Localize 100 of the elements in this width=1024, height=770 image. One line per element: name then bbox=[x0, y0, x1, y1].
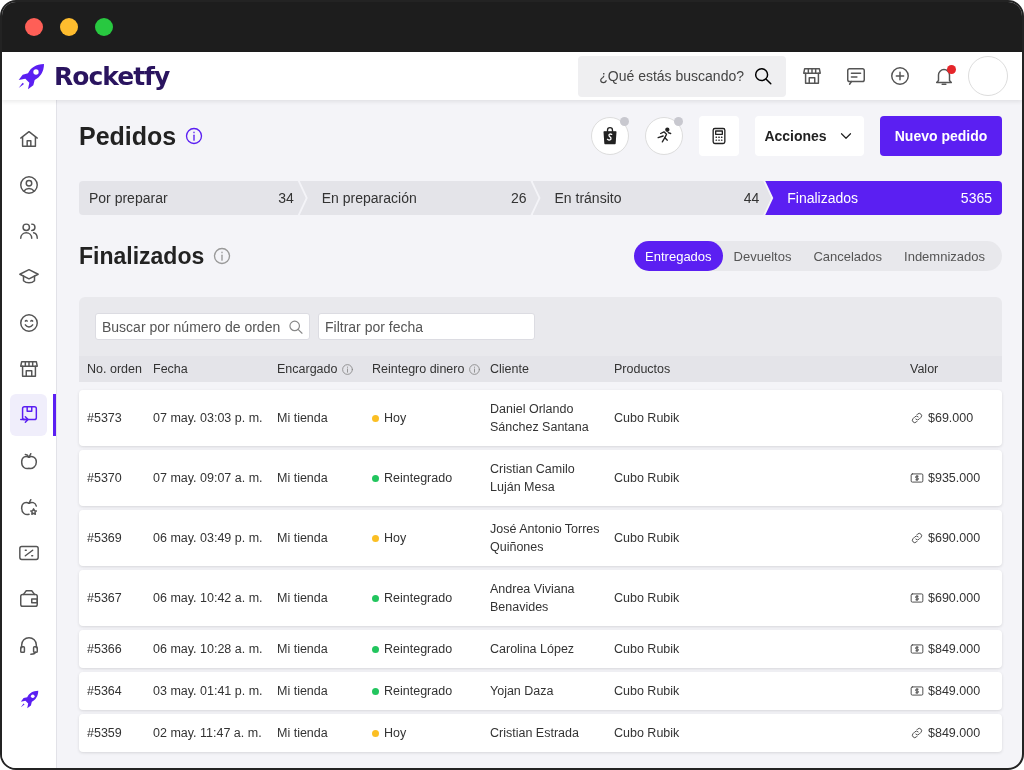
order-search-box[interactable]: Buscar por número de orden bbox=[95, 313, 310, 340]
table-cell-text: Mi tienda bbox=[277, 530, 329, 547]
table-cell-text: Mi tienda bbox=[277, 410, 329, 427]
order-row[interactable]: #5366 06 may. 10:28 a. m. Mi tienda Reintegrado Carolina López Cubo Rubik $849.000 bbox=[79, 630, 1002, 668]
order-row[interactable]: #5359 02 may. 11:47 a. m. Mi tienda Hoy Cristian Estrada Cubo Rubik $849.000 bbox=[79, 714, 1002, 752]
table-cell-text: Cubo Rubik bbox=[614, 590, 681, 607]
table-cell-text: Cristian Camilo Luján Mesa bbox=[490, 461, 576, 496]
table-cell-text: #5364 bbox=[87, 683, 123, 700]
refund-status: Reintegrado bbox=[384, 470, 453, 487]
order-row[interactable]: #5367 06 may. 10:42 a. m. Mi tienda Reintegrado Andrea Viviana Benavides Cubo Rubik $690.000 bbox=[79, 570, 1002, 626]
table-cell-text: #5370 bbox=[87, 470, 123, 487]
new-order-button[interactable]: Nuevo pedido bbox=[880, 116, 1002, 156]
order-row[interactable]: #5364 03 may. 01:41 p. m. Mi tienda Reintegrado Yojan Daza Cubo Rubik $849.000 bbox=[79, 672, 1002, 710]
filter-tab[interactable]: Cancelados bbox=[802, 241, 894, 271]
storefront-icon bbox=[17, 358, 40, 380]
step-label: Por preparar bbox=[89, 190, 168, 206]
table-cell-text: Andrea Viviana Benavides bbox=[490, 581, 576, 616]
table-cell-text: 06 may. 10:42 a. m. bbox=[153, 590, 264, 607]
order-search-field[interactable]: Buscar por número de orden bbox=[100, 317, 288, 336]
courier-button[interactable] bbox=[645, 117, 683, 155]
order-row[interactable]: #5370 07 may. 09:07 a. m. Mi tienda Reintegrado Cristian Camilo Luján Mesa Cubo Rubik $935.000 bbox=[79, 450, 1002, 506]
step-label: En tránsito bbox=[554, 190, 622, 206]
table-cell-text: #5367 bbox=[87, 590, 123, 607]
table-cell-text: Cubo Rubik bbox=[614, 725, 681, 742]
table-cell-text: #5366 bbox=[87, 641, 123, 658]
orders-nav-item[interactable] bbox=[10, 394, 48, 436]
refund-status: Reintegrado bbox=[384, 641, 453, 658]
order-row[interactable]: #5373 07 may. 03:03 p. m. Mi tienda Hoy Daniel Orlando Sánchez Santana Cubo Rubik $69.000 bbox=[79, 390, 1002, 446]
table-cell-text: Cubo Rubik bbox=[614, 683, 681, 700]
rocket-icon bbox=[19, 688, 41, 710]
order-value: $935.000 bbox=[928, 470, 981, 487]
page-title: Pedidos bbox=[79, 121, 177, 151]
calculator-button[interactable] bbox=[699, 116, 739, 156]
date-filter-field[interactable]: Filtrar por fecha bbox=[323, 317, 530, 336]
order-value: $69.000 bbox=[928, 410, 974, 427]
step-count: 5365 bbox=[960, 190, 992, 206]
search-icon bbox=[752, 65, 774, 87]
storefront-icon bbox=[801, 65, 823, 87]
filter-tab[interactable]: Entregados bbox=[634, 241, 723, 271]
info-icon bbox=[212, 246, 233, 266]
message-icon bbox=[845, 65, 867, 87]
shopify-button[interactable] bbox=[591, 117, 629, 155]
users-icon bbox=[17, 220, 40, 242]
filter-tab[interactable]: Indemnizados bbox=[893, 241, 996, 271]
package-transfer-icon bbox=[17, 404, 40, 426]
table-cell-text: 06 may. 10:28 a. m. bbox=[153, 641, 264, 658]
order-value: $690.000 bbox=[928, 530, 981, 547]
smiley-icon bbox=[17, 312, 40, 334]
column-header: Cliente bbox=[490, 362, 529, 376]
search-box[interactable]: ¿Qué estás buscando? bbox=[578, 55, 786, 97]
status-step[interactable]: Por preparar 34 bbox=[79, 181, 306, 215]
status-step[interactable]: Finalizados 5365 bbox=[765, 181, 1002, 215]
maximize-window-button[interactable] bbox=[95, 18, 113, 36]
home-icon bbox=[17, 128, 40, 150]
step-count: 44 bbox=[743, 190, 760, 206]
column-header: Reintegro dinero bbox=[372, 362, 465, 376]
order-value: $849.000 bbox=[928, 683, 981, 700]
actions-dropdown[interactable]: Acciones bbox=[755, 116, 864, 156]
section-title: Finalizados bbox=[79, 242, 205, 270]
table-cell-text: Cubo Rubik bbox=[614, 470, 681, 487]
plus-circle-icon bbox=[889, 65, 911, 87]
table-cell-text: Mi tienda bbox=[277, 641, 329, 658]
table-cell-text: 07 may. 03:03 p. m. bbox=[153, 410, 264, 427]
column-header: Productos bbox=[614, 362, 671, 376]
order-value: $849.000 bbox=[928, 725, 981, 742]
refund-status: Hoy bbox=[384, 410, 407, 427]
filter-tab[interactable]: Devueltos bbox=[722, 241, 803, 271]
order-value: $849.000 bbox=[928, 641, 981, 658]
status-step[interactable]: En preparación 26 bbox=[299, 181, 539, 215]
date-filter-box[interactable]: Filtrar por fecha bbox=[318, 313, 535, 340]
minimize-window-button[interactable] bbox=[60, 18, 78, 36]
close-window-button[interactable] bbox=[25, 18, 43, 36]
table-cell-text: Cristian Estrada bbox=[490, 725, 580, 742]
table-cell-text: #5369 bbox=[87, 530, 123, 547]
table-cell-text: 07 may. 09:07 a. m. bbox=[153, 470, 264, 487]
column-header: No. orden bbox=[87, 362, 142, 376]
table-cell-text: Mi tienda bbox=[277, 725, 329, 742]
order-value: $690.000 bbox=[928, 590, 981, 607]
table-cell-text: 02 may. 11:47 a. m. bbox=[153, 725, 263, 742]
search-field[interactable]: ¿Qué estás buscando? bbox=[586, 68, 744, 84]
table-cell-text: #5359 bbox=[87, 725, 123, 742]
step-count: 26 bbox=[510, 190, 527, 206]
status-step[interactable]: En tránsito 44 bbox=[532, 181, 772, 215]
headset-icon bbox=[17, 634, 40, 656]
table-cell-text: Mi tienda bbox=[277, 683, 329, 700]
table-cell-text: Daniel Orlando Sánchez Santana bbox=[490, 401, 590, 436]
table-cell-text: 03 may. 01:41 p. m. bbox=[153, 683, 264, 700]
refund-status: Hoy bbox=[384, 530, 407, 547]
table-cell-text: Cubo Rubik bbox=[614, 530, 681, 547]
table-cell-text: Yojan Daza bbox=[490, 683, 555, 700]
user-circle-icon bbox=[17, 174, 40, 196]
table-cell-text: José Antonio Torres Quiñones bbox=[490, 521, 601, 556]
table-cell-text: 06 may. 03:49 p. m. bbox=[153, 530, 264, 547]
wallet-icon bbox=[17, 588, 40, 610]
table-cell-text: Mi tienda bbox=[277, 590, 329, 607]
step-count: 34 bbox=[278, 190, 294, 206]
order-row[interactable]: #5369 06 may. 03:49 p. m. Mi tienda Hoy José Antonio Torres Quiñones Cubo Rubik $690.000 bbox=[79, 510, 1002, 566]
refund-status: Reintegrado bbox=[384, 590, 453, 607]
column-header: Fecha bbox=[153, 362, 188, 376]
table-cell-text: Mi tienda bbox=[277, 470, 329, 487]
